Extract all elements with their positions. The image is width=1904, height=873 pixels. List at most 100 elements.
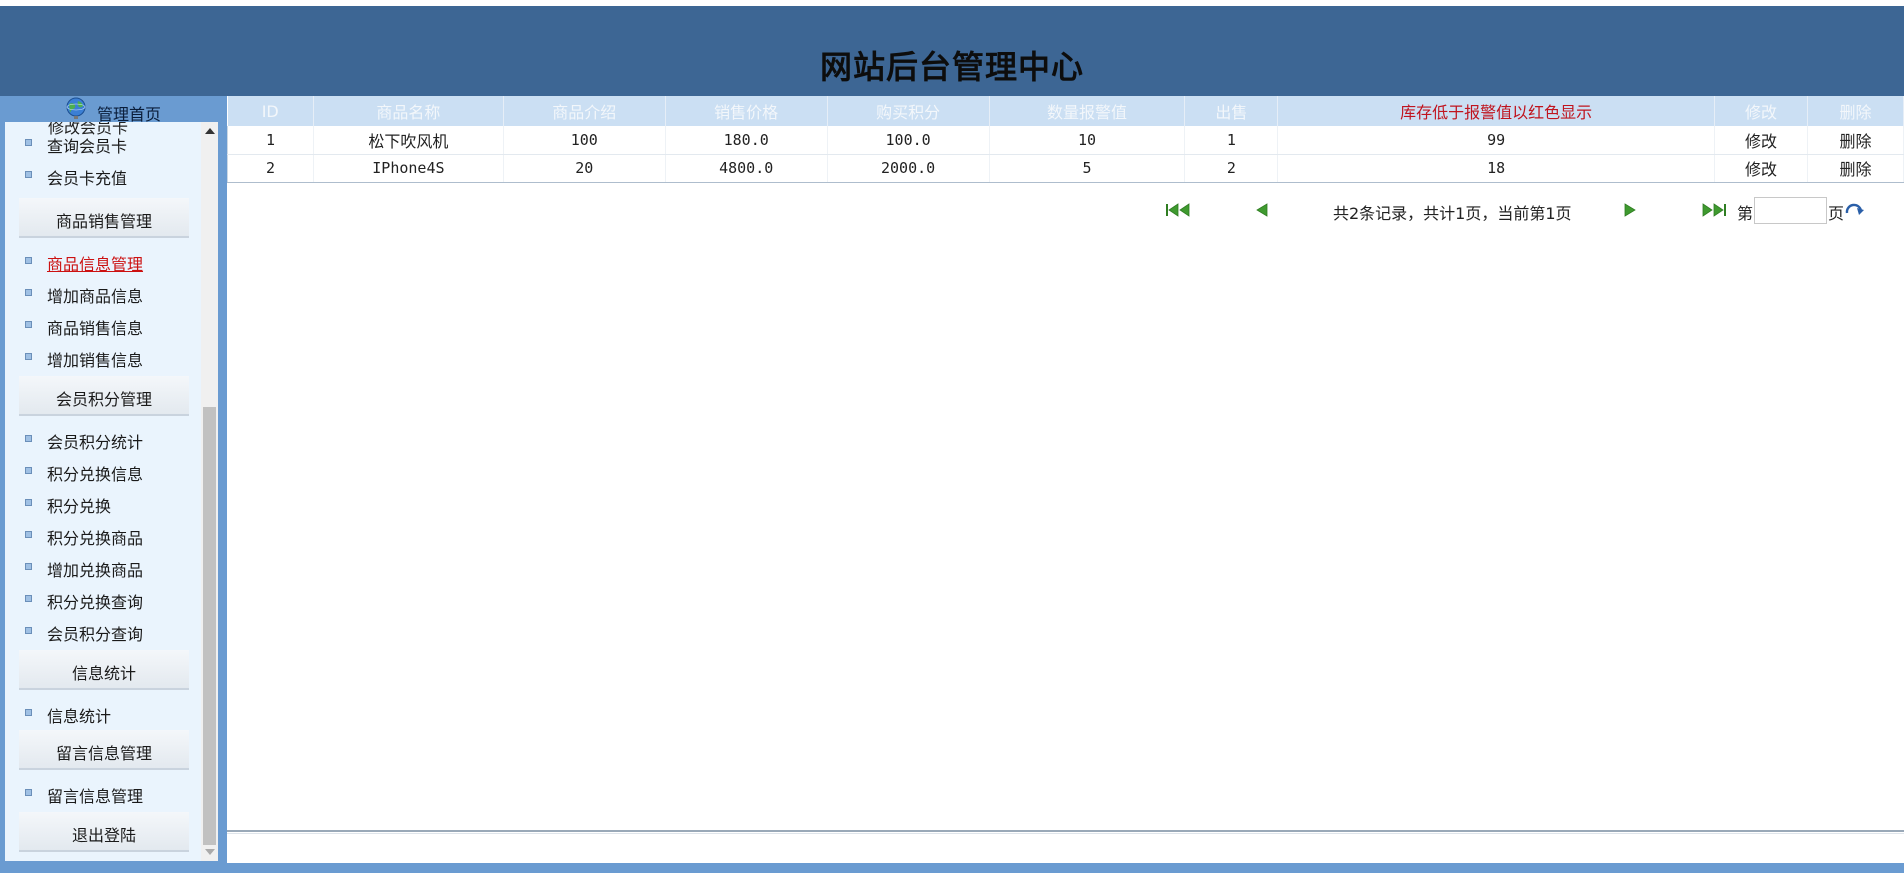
cell-id: 2	[227, 154, 314, 183]
cell-id: 1	[227, 126, 314, 155]
col-name: 商品名称	[313, 96, 504, 126]
first-page-icon[interactable]	[1165, 203, 1193, 217]
scroll-down-icon[interactable]	[205, 849, 215, 855]
col-price: 销售价格	[665, 96, 828, 126]
page-number-input[interactable]	[1754, 197, 1827, 224]
table-header-row: ID 商品名称 商品介绍 销售价格 购买积分 数量报警值 出售 库存低于报警值以…	[227, 96, 1904, 126]
menu-item-label[interactable]: 查询会员卡	[47, 133, 127, 157]
cell-points: 100.0	[827, 126, 990, 155]
menu-item-label[interactable]: 信息统计	[47, 703, 111, 727]
bullet-icon	[25, 257, 32, 264]
bullet-icon	[25, 709, 32, 716]
menu-item-label[interactable]: 增加销售信息	[47, 347, 143, 371]
bullet-icon	[25, 139, 32, 146]
col-alert: 数量报警值	[989, 96, 1186, 126]
content-divider	[227, 830, 1904, 834]
menu-item-label[interactable]: 会员积分统计	[47, 429, 143, 453]
edit-link[interactable]: 修改	[1714, 126, 1808, 155]
bullet-icon	[25, 435, 32, 442]
menu-item-card-recharge[interactable]: 会员卡充值	[5, 160, 201, 190]
bottom-bar	[0, 863, 1904, 873]
cell-price: 180.0	[665, 126, 828, 155]
menu-item-query-card[interactable]: 查询会员卡	[5, 128, 201, 158]
col-intro: 商品介绍	[503, 96, 666, 126]
logout-button[interactable]: 退出登陆	[19, 812, 189, 852]
delete-link[interactable]: 删除	[1807, 126, 1904, 155]
group-title: 信息统计	[71, 664, 136, 683]
bullet-icon	[25, 321, 32, 328]
menu-item-label[interactable]: 会员积分查询	[47, 621, 143, 645]
go-refresh-icon[interactable]	[1844, 202, 1866, 218]
cell-stock: 99	[1277, 126, 1716, 155]
menu-item-statistics[interactable]: 信息统计	[5, 698, 201, 728]
menu-item-exchange-goods[interactable]: 积分兑换商品	[5, 520, 201, 550]
delete-link[interactable]: 删除	[1807, 154, 1904, 183]
last-page-icon[interactable]	[1699, 203, 1727, 217]
group-points[interactable]: 会员积分管理	[19, 376, 189, 416]
bullet-icon	[25, 467, 32, 474]
group-sales[interactable]: 商品销售管理	[19, 198, 189, 238]
menu-item-label[interactable]: 商品销售信息	[47, 315, 143, 339]
scroll-thumb[interactable]	[203, 407, 216, 845]
menu-item-goods-info[interactable]: 商品信息管理	[5, 246, 201, 276]
group-title: 商品销售管理	[55, 212, 152, 231]
menu-item-label[interactable]: 增加兑换商品	[47, 557, 143, 581]
sidebar-home[interactable]: 管理首页	[0, 96, 227, 124]
bullet-icon	[25, 499, 32, 506]
cell-alert: 5	[989, 154, 1186, 183]
menu-item-messages[interactable]: 留言信息管理	[5, 778, 201, 808]
cell-name: IPhone4S	[313, 154, 504, 183]
col-edit: 修改	[1714, 96, 1808, 126]
menu-item-label[interactable]: 积分兑换	[47, 493, 111, 517]
cell-sold: 1	[1184, 126, 1279, 155]
group-messages[interactable]: 留言信息管理	[19, 730, 189, 770]
menu-item-label[interactable]: 增加商品信息	[47, 283, 143, 307]
menu-item-exchange-query[interactable]: 积分兑换查询	[5, 584, 201, 614]
menu-item-points-query[interactable]: 会员积分查询	[5, 616, 201, 646]
group-title: 退出登陆	[71, 826, 136, 845]
cell-points: 2000.0	[827, 154, 990, 183]
group-title: 留言信息管理	[55, 744, 152, 763]
group-title: 会员积分管理	[55, 390, 152, 409]
pager: 共2条记录，共计1页，当前第1页 第 页	[227, 197, 1904, 224]
col-sold: 出售	[1184, 96, 1279, 126]
menu-item-label[interactable]: 会员卡充值	[47, 165, 127, 189]
menu-item-label[interactable]: 积分兑换商品	[47, 525, 143, 549]
scroll-up-icon[interactable]	[205, 128, 215, 134]
menu-panel: 修改会员卡 查询会员卡 会员卡充值 商品销售管理 商品信息管理 增加商品信息 商…	[5, 122, 201, 861]
cell-intro: 20	[503, 154, 666, 183]
table-row: 2 IPhone4S 20 4800.0 2000.0 5 2 18 修改 删除	[227, 154, 1904, 183]
menu-scrollbar[interactable]	[201, 122, 218, 861]
menu-item-label[interactable]: 积分兑换信息	[47, 461, 143, 485]
col-stock: 库存低于报警值以红色显示	[1277, 96, 1716, 126]
cell-name: 松下吹风机	[313, 126, 504, 155]
menu-item-label[interactable]: 积分兑换查询	[47, 589, 143, 613]
menu-item-label[interactable]: 留言信息管理	[47, 783, 143, 807]
bullet-icon	[25, 353, 32, 360]
menu-item-exchange-info[interactable]: 积分兑换信息	[5, 456, 201, 486]
prev-page-icon[interactable]	[1255, 203, 1269, 217]
menu-item-label[interactable]: 商品信息管理	[47, 251, 143, 275]
menu-item-add-sales[interactable]: 增加销售信息	[5, 342, 201, 372]
bullet-icon	[25, 789, 32, 796]
page-suffix: 页	[1828, 204, 1845, 223]
bullet-icon	[25, 289, 32, 296]
menu-item-exchange[interactable]: 积分兑换	[5, 488, 201, 518]
menu-item-points-stats[interactable]: 会员积分统计	[5, 424, 201, 454]
menu-item-sales-info[interactable]: 商品销售信息	[5, 310, 201, 340]
bullet-icon	[25, 171, 32, 178]
bullet-icon	[25, 627, 32, 634]
cell-alert: 10	[989, 126, 1186, 155]
bullet-icon	[25, 531, 32, 538]
page-prefix: 第	[1737, 204, 1754, 223]
group-statistics[interactable]: 信息统计	[19, 650, 189, 690]
next-page-icon[interactable]	[1623, 203, 1637, 217]
col-points: 购买积分	[827, 96, 990, 126]
table-row: 1 松下吹风机 100 180.0 100.0 10 1 99 修改 删除	[227, 126, 1904, 155]
col-delete: 删除	[1807, 96, 1904, 126]
pager-info: 共2条记录，共计1页，当前第1页	[1333, 204, 1572, 223]
menu-item-add-goods[interactable]: 增加商品信息	[5, 278, 201, 308]
page-title: 网站后台管理中心	[819, 49, 1084, 85]
edit-link[interactable]: 修改	[1714, 154, 1808, 183]
menu-item-add-exchange-goods[interactable]: 增加兑换商品	[5, 552, 201, 582]
